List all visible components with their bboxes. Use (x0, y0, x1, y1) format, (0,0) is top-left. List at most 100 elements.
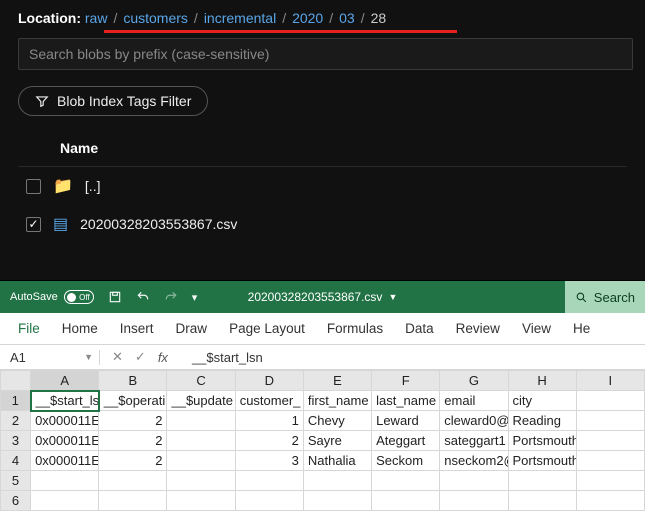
cell[interactable] (303, 491, 371, 511)
cell[interactable]: Reading (508, 411, 576, 431)
cell[interactable]: sateggart1 (440, 431, 508, 451)
cell[interactable]: Nathalia (303, 451, 371, 471)
cell[interactable] (440, 471, 508, 491)
column-header[interactable]: I (576, 371, 644, 391)
cell[interactable]: Ateggart (372, 431, 440, 451)
autosave-switch[interactable]: Off (64, 290, 94, 304)
cell[interactable]: city (508, 391, 576, 411)
cell[interactable] (167, 451, 235, 471)
cell[interactable] (167, 411, 235, 431)
cell[interactable] (508, 491, 576, 511)
accept-icon[interactable]: ✓ (135, 349, 146, 365)
column-header[interactable]: H (508, 371, 576, 391)
cell[interactable]: 0x000011E (31, 411, 99, 431)
cell[interactable] (508, 471, 576, 491)
cell[interactable] (235, 471, 303, 491)
cell[interactable]: first_name (303, 391, 371, 411)
tag-filter-button[interactable]: Blob Index Tags Filter (18, 86, 208, 116)
cell[interactable] (576, 471, 644, 491)
cell[interactable] (31, 491, 99, 511)
chevron-down-icon[interactable]: ▼ (84, 352, 93, 362)
cell[interactable] (167, 431, 235, 451)
cell[interactable]: __$operati (99, 391, 167, 411)
cancel-icon[interactable]: ✕ (112, 349, 123, 365)
cell[interactable] (99, 491, 167, 511)
breadcrumb-item[interactable]: 2020 (292, 10, 323, 26)
checkbox[interactable] (26, 179, 41, 194)
name-box[interactable]: A1 ▼ (0, 350, 100, 365)
list-item[interactable]: ▤20200328203553867.csv (18, 205, 627, 243)
cell[interactable] (440, 491, 508, 511)
row-header[interactable]: 2 (1, 411, 31, 431)
cell[interactable]: 1 (235, 411, 303, 431)
cell[interactable]: customer_ (235, 391, 303, 411)
cell[interactable] (576, 411, 644, 431)
cell[interactable]: 3 (235, 451, 303, 471)
breadcrumb-item[interactable]: customers (123, 10, 188, 26)
ribbon-tab[interactable]: Draw (176, 321, 208, 336)
search-input[interactable] (18, 38, 633, 70)
ribbon-tab[interactable]: Formulas (327, 321, 383, 336)
save-icon[interactable] (108, 290, 122, 304)
cell[interactable]: cleward0@ (440, 411, 508, 431)
ribbon-tab[interactable]: Home (62, 321, 98, 336)
ribbon-tab[interactable]: Page Layout (229, 321, 305, 336)
title-dropdown-icon[interactable]: ▼ (388, 292, 397, 302)
autosave-toggle[interactable]: AutoSave Off (10, 290, 94, 304)
select-all-corner[interactable] (1, 371, 31, 391)
column-header[interactable]: C (167, 371, 235, 391)
ribbon-tab[interactable]: He (573, 321, 590, 336)
column-header[interactable]: B (99, 371, 167, 391)
column-header[interactable]: D (235, 371, 303, 391)
cell[interactable] (167, 491, 235, 511)
cell[interactable]: Seckom (372, 451, 440, 471)
undo-icon[interactable] (136, 290, 150, 304)
row-header[interactable]: 4 (1, 451, 31, 471)
cell[interactable]: 2 (99, 451, 167, 471)
ribbon-tab[interactable]: File (18, 321, 40, 336)
cell[interactable]: last_name (372, 391, 440, 411)
ribbon-tab[interactable]: Review (456, 321, 500, 336)
cell[interactable]: __$start_lsn (31, 391, 99, 411)
redo-icon[interactable] (164, 290, 178, 304)
cell[interactable]: 0x000011E (31, 451, 99, 471)
cell[interactable]: 0x000011E (31, 431, 99, 451)
checkbox[interactable] (26, 217, 41, 232)
cell[interactable] (167, 471, 235, 491)
cell[interactable]: 2 (99, 431, 167, 451)
breadcrumb-item[interactable]: incremental (204, 10, 276, 26)
column-header[interactable]: E (303, 371, 371, 391)
row-header[interactable]: 6 (1, 491, 31, 511)
cell[interactable] (576, 491, 644, 511)
fx-icon[interactable]: fx (158, 350, 168, 365)
cell[interactable]: 2 (99, 411, 167, 431)
ribbon-tab[interactable]: View (522, 321, 551, 336)
list-item[interactable]: 📁[..] (18, 167, 627, 205)
cell[interactable]: __$update (167, 391, 235, 411)
ribbon-tab[interactable]: Data (405, 321, 434, 336)
excel-search-button[interactable]: Search (565, 281, 645, 313)
cell[interactable]: Portsmouth (508, 451, 576, 471)
cell[interactable] (99, 471, 167, 491)
cell[interactable] (576, 391, 644, 411)
row-header[interactable]: 1 (1, 391, 31, 411)
cell[interactable]: email (440, 391, 508, 411)
cell[interactable]: nseckom2@ (440, 451, 508, 471)
qat-more-icon[interactable]: ▾ (192, 291, 198, 304)
row-header[interactable]: 5 (1, 471, 31, 491)
cell[interactable] (576, 431, 644, 451)
cell[interactable] (576, 451, 644, 471)
cell[interactable] (303, 471, 371, 491)
cell[interactable]: Sayre (303, 431, 371, 451)
column-header[interactable]: F (372, 371, 440, 391)
cell[interactable] (372, 471, 440, 491)
cell[interactable]: Portsmouth (508, 431, 576, 451)
cell[interactable] (31, 471, 99, 491)
cell[interactable] (372, 491, 440, 511)
cell[interactable]: Chevy (303, 411, 371, 431)
column-header[interactable]: A (31, 371, 99, 391)
formula-bar-input[interactable]: __$start_lsn (180, 350, 263, 365)
breadcrumb-item[interactable]: raw (85, 10, 108, 26)
cell[interactable] (235, 491, 303, 511)
column-header[interactable]: G (440, 371, 508, 391)
